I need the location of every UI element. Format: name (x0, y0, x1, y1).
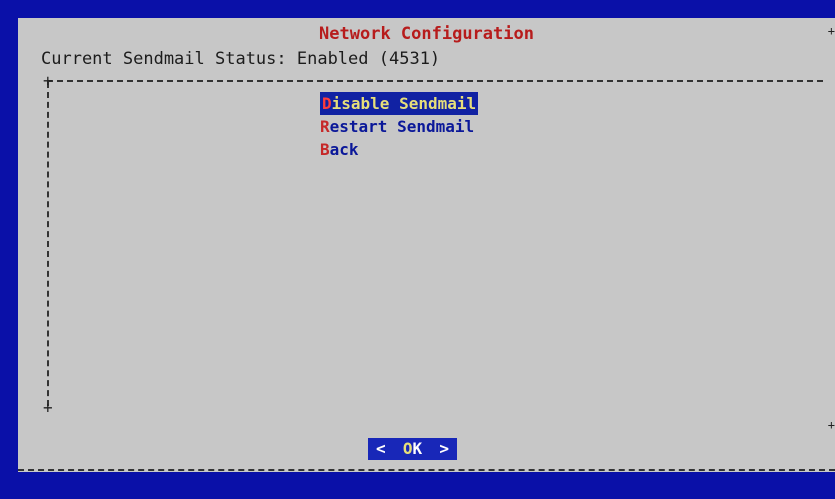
menu-border-top (47, 80, 823, 82)
menu-item-back[interactable]: Back (320, 138, 478, 161)
menu-item-restart-sendmail[interactable]: Restart Sendmail (320, 115, 478, 138)
network-configuration-dialog: Network Configuration Current Sendmail S… (18, 18, 835, 484)
menu-item-label: estart Sendmail (329, 117, 475, 136)
ok-right-bracket: > (439, 439, 449, 458)
ok-rest: K (412, 439, 423, 458)
corner-bottom-left: + (43, 398, 53, 417)
ok-left-bracket: < (376, 439, 386, 458)
ok-button[interactable]: < OK > (368, 438, 457, 460)
right-edge-mark-top: + (827, 24, 835, 38)
corner-top-left: + (43, 71, 53, 90)
ok-hotkey: O (402, 439, 413, 458)
ok-label: OK (403, 438, 422, 460)
dialog-bottom-border (18, 469, 835, 471)
menu-list: Disable Sendmail Restart Sendmail Back (320, 92, 479, 161)
menu-box: + + Disable Sendmail Restart Sendmail Ba… (43, 73, 823, 416)
sendmail-status-text: Current Sendmail Status: Enabled (4531) (41, 49, 441, 69)
menu-border-left (47, 82, 49, 406)
menu-item-label: ack (329, 140, 359, 159)
menu-item-hotkey: D (322, 94, 332, 113)
menu-item-hotkey: B (320, 140, 330, 159)
menu-item-hotkey: R (320, 117, 330, 136)
menu-item-disable-sendmail[interactable]: Disable Sendmail (320, 92, 479, 115)
dialog-title: Network Configuration (319, 24, 534, 44)
terminal-screen: Network Configuration Current Sendmail S… (0, 0, 835, 499)
menu-item-label: isable Sendmail (331, 94, 477, 113)
right-edge-mark-bottom: + (827, 418, 835, 432)
dialog-right-edge: + + (825, 18, 835, 484)
dialog-shadow-band (18, 472, 835, 484)
